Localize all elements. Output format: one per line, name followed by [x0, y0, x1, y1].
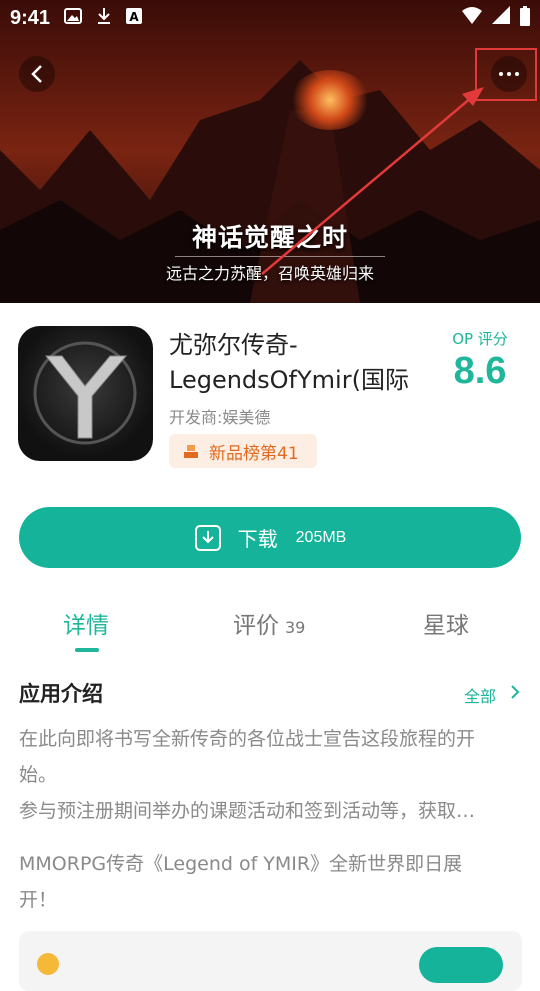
- see-all-link[interactable]: 全部: [464, 683, 496, 707]
- card-action-button[interactable]: [419, 947, 503, 983]
- active-tab-indicator: [75, 648, 99, 652]
- tab-reviews-label: 评价: [233, 613, 279, 639]
- tab-reviews-count: 39: [285, 618, 306, 637]
- download-label: 下载: [237, 527, 278, 551]
- op-score-label: OP 评分: [452, 330, 508, 348]
- tab-planet[interactable]: 星球: [423, 606, 469, 640]
- rank-badge[interactable]: 新品榜第41: [169, 434, 317, 468]
- tab-details-label: 详情: [63, 613, 109, 639]
- rank-badge-label: 新品榜第41: [209, 443, 299, 464]
- developer-name: 开发商:娱美德: [169, 408, 271, 427]
- download-button[interactable]: 下载 205MB: [19, 507, 521, 568]
- tab-reviews[interactable]: 评价 39: [233, 606, 305, 640]
- chevron-right-icon[interactable]: [510, 684, 520, 700]
- intro-paragraph-2: 参与预注册期间举办的课题活动和签到活动等，获取…: [19, 800, 476, 822]
- download-size: 205MB: [295, 528, 347, 546]
- ymir-logo-icon: [33, 341, 137, 445]
- intro-section-title: 应用介绍: [19, 682, 103, 706]
- download-icon: [194, 524, 221, 551]
- op-score-value: 8.6: [453, 350, 507, 392]
- intro-paragraph-3-line-1: MMORPG传奇《Legend of YMIR》全新世界即日展: [19, 853, 463, 875]
- tab-planet-label: 星球: [423, 613, 469, 639]
- app-icon: [18, 326, 153, 461]
- intro-paragraph-3-line-2: 开！: [19, 889, 58, 911]
- intro-paragraph-1-line-1: 在此向即将书写全新传奇的各位战士宣告这段旅程的开: [19, 728, 476, 750]
- annotation-arrow-icon: [261, 87, 484, 275]
- tab-details[interactable]: 详情: [63, 606, 109, 640]
- card-icon: [37, 953, 59, 975]
- bottom-info-card[interactable]: [19, 931, 522, 991]
- rank-icon: [184, 445, 198, 458]
- app-name: 尤弥尔传奇-LegendsOfYmir(国际: [169, 331, 409, 394]
- intro-paragraph-1-line-2: 始。: [19, 764, 58, 786]
